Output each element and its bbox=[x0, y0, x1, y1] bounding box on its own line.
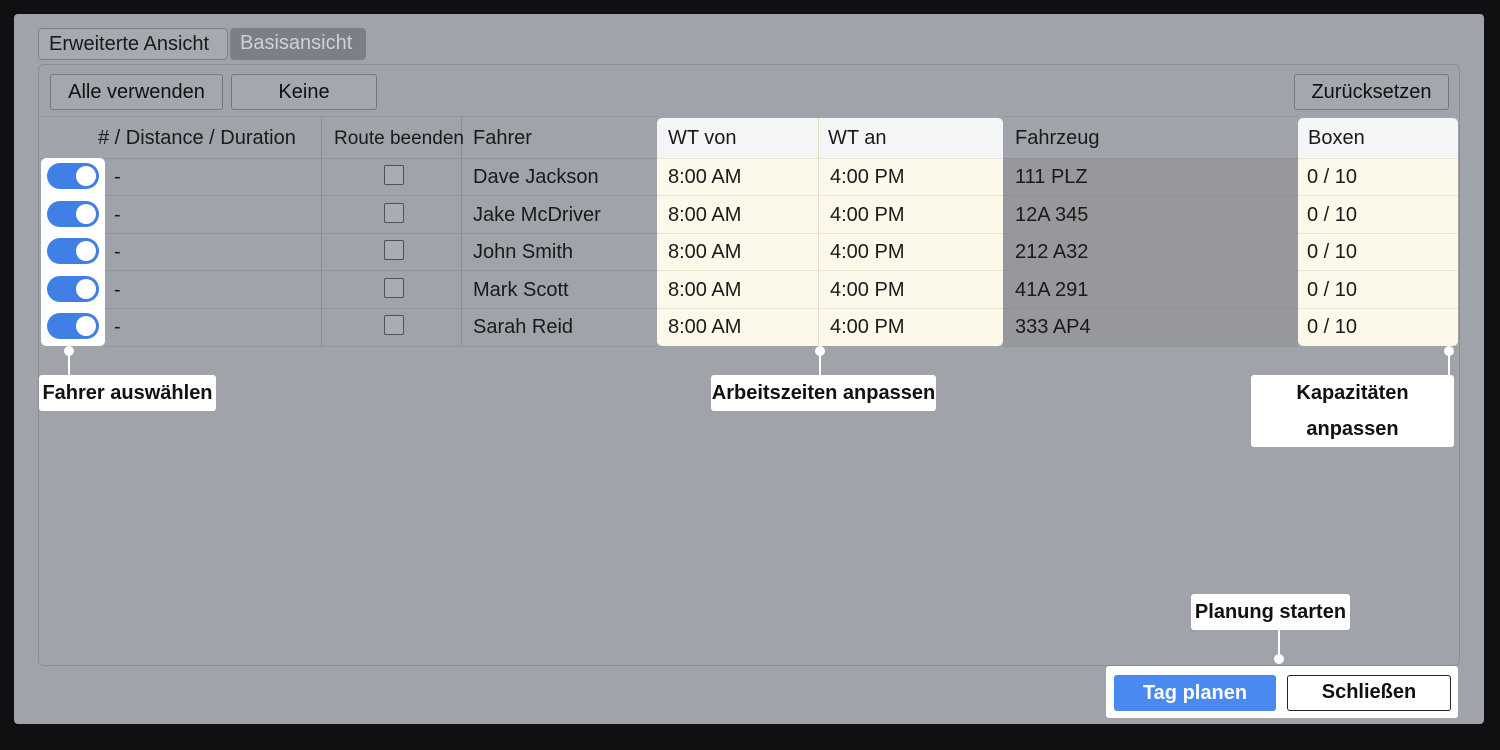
driver-name: John Smith bbox=[473, 241, 574, 263]
driver-name: Mark Scott bbox=[473, 279, 569, 301]
none-button[interactable]: Keine bbox=[231, 74, 377, 110]
plan-day-button[interactable]: Tag planen bbox=[1114, 675, 1276, 711]
column-divider bbox=[321, 116, 322, 346]
row-divider bbox=[657, 158, 1003, 159]
row-divider bbox=[657, 233, 1003, 234]
wt-to-value[interactable]: 4:00 PM bbox=[830, 316, 904, 339]
distance-value: - bbox=[114, 316, 121, 338]
driver-toggle[interactable] bbox=[47, 238, 99, 264]
callout-start-planning: Planung starten bbox=[1191, 594, 1350, 630]
wt-to-value[interactable]: 4:00 PM bbox=[830, 166, 904, 189]
vehicle-value: 333 AP4 bbox=[1015, 316, 1091, 338]
column-divider bbox=[461, 116, 462, 346]
wt-to-value[interactable]: 4:00 PM bbox=[830, 204, 904, 227]
toggle-knob bbox=[76, 241, 96, 261]
row-divider bbox=[105, 195, 657, 196]
dialog-window: Erweiterte Ansicht Basisansicht Alle ver… bbox=[14, 14, 1484, 724]
callout-capacities: Kapazitäten anpassen bbox=[1251, 375, 1454, 447]
distance-value: - bbox=[114, 166, 121, 188]
table-top-border-2 bbox=[1003, 116, 1298, 117]
callout-work-hours: Arbeitszeiten anpassen bbox=[711, 375, 936, 411]
reset-button[interactable]: Zurücksetzen bbox=[1294, 74, 1449, 110]
distance-value: - bbox=[114, 241, 121, 263]
row-divider bbox=[105, 233, 657, 234]
driver-name: Dave Jackson bbox=[473, 166, 599, 188]
row-divider bbox=[1003, 346, 1298, 347]
row-divider bbox=[657, 270, 1003, 271]
row-divider bbox=[1003, 270, 1298, 271]
header-driver: Fahrer bbox=[473, 127, 532, 149]
driver-toggle[interactable] bbox=[47, 201, 99, 227]
header-wt-to[interactable]: WT an bbox=[828, 127, 887, 150]
driver-toggle[interactable] bbox=[47, 313, 99, 339]
row-divider bbox=[657, 195, 1003, 196]
boxes-value[interactable]: 0 / 10 bbox=[1307, 166, 1357, 189]
wt-from-value[interactable]: 8:00 AM bbox=[668, 166, 741, 189]
end-route-checkbox[interactable] bbox=[384, 315, 404, 335]
wt-from-value[interactable]: 8:00 AM bbox=[668, 241, 741, 264]
end-route-checkbox[interactable] bbox=[384, 165, 404, 185]
row-divider bbox=[1003, 233, 1298, 234]
wt-from-value[interactable]: 8:00 AM bbox=[668, 279, 741, 302]
callout-pin bbox=[1274, 654, 1284, 664]
vehicle-value: 111 PLZ bbox=[1015, 166, 1088, 188]
use-all-button[interactable]: Alle verwenden bbox=[50, 74, 223, 110]
callout-connector bbox=[1278, 630, 1280, 656]
end-route-checkbox[interactable] bbox=[384, 240, 404, 260]
driver-toggle[interactable] bbox=[47, 276, 99, 302]
callout-select-driver: Fahrer auswählen bbox=[39, 375, 216, 411]
driver-name: Jake McDriver bbox=[473, 204, 601, 226]
vehicle-value: 41A 291 bbox=[1015, 279, 1089, 301]
toggle-knob bbox=[76, 316, 96, 336]
row-divider bbox=[1298, 233, 1458, 234]
row-divider bbox=[657, 308, 1003, 309]
wt-to-value[interactable]: 4:00 PM bbox=[830, 279, 904, 302]
toggle-knob bbox=[76, 204, 96, 224]
row-divider bbox=[1298, 270, 1458, 271]
vehicle-value: 212 A32 bbox=[1015, 241, 1089, 263]
row-divider bbox=[1003, 195, 1298, 196]
distance-value: - bbox=[114, 204, 121, 226]
tab-basic-view[interactable]: Basisansicht bbox=[230, 28, 366, 60]
boxes-value[interactable]: 0 / 10 bbox=[1307, 241, 1357, 264]
boxes-value[interactable]: 0 / 10 bbox=[1307, 204, 1357, 227]
row-divider bbox=[1298, 308, 1458, 309]
tab-extended-view[interactable]: Erweiterte Ansicht bbox=[38, 28, 228, 60]
end-route-checkbox[interactable] bbox=[384, 203, 404, 223]
toggle-knob bbox=[76, 279, 96, 299]
toggle-knob bbox=[76, 166, 96, 186]
row-divider bbox=[105, 346, 657, 347]
column-divider bbox=[818, 118, 819, 346]
distance-value: - bbox=[114, 279, 121, 301]
wt-from-value[interactable]: 8:00 AM bbox=[668, 204, 741, 227]
driver-name: Sarah Reid bbox=[473, 316, 574, 338]
header-wt-from[interactable]: WT von bbox=[668, 127, 737, 150]
row-divider bbox=[1298, 195, 1458, 196]
header-vehicle: Fahrzeug bbox=[1015, 127, 1100, 149]
callout-connector bbox=[68, 354, 70, 376]
row-divider bbox=[105, 308, 657, 309]
header-distance: # / Distance / Duration bbox=[98, 127, 296, 149]
boxes-value[interactable]: 0 / 10 bbox=[1307, 279, 1357, 302]
table-top-border bbox=[40, 116, 657, 117]
close-button[interactable]: Schließen bbox=[1287, 675, 1451, 711]
vehicle-value: 12A 345 bbox=[1015, 204, 1089, 226]
callout-connector bbox=[819, 354, 821, 376]
wt-from-value[interactable]: 8:00 AM bbox=[668, 316, 741, 339]
row-divider bbox=[40, 158, 657, 159]
boxes-value[interactable]: 0 / 10 bbox=[1307, 316, 1357, 339]
row-divider bbox=[1003, 308, 1298, 309]
end-route-checkbox[interactable] bbox=[384, 278, 404, 298]
callout-connector bbox=[1448, 354, 1450, 376]
row-divider bbox=[1003, 158, 1298, 159]
header-boxes[interactable]: Boxen bbox=[1308, 127, 1365, 150]
wt-to-value[interactable]: 4:00 PM bbox=[830, 241, 904, 264]
row-divider bbox=[1298, 158, 1458, 159]
row-divider bbox=[105, 270, 657, 271]
header-end-route: Route beenden bbox=[334, 128, 464, 149]
driver-toggle[interactable] bbox=[47, 163, 99, 189]
